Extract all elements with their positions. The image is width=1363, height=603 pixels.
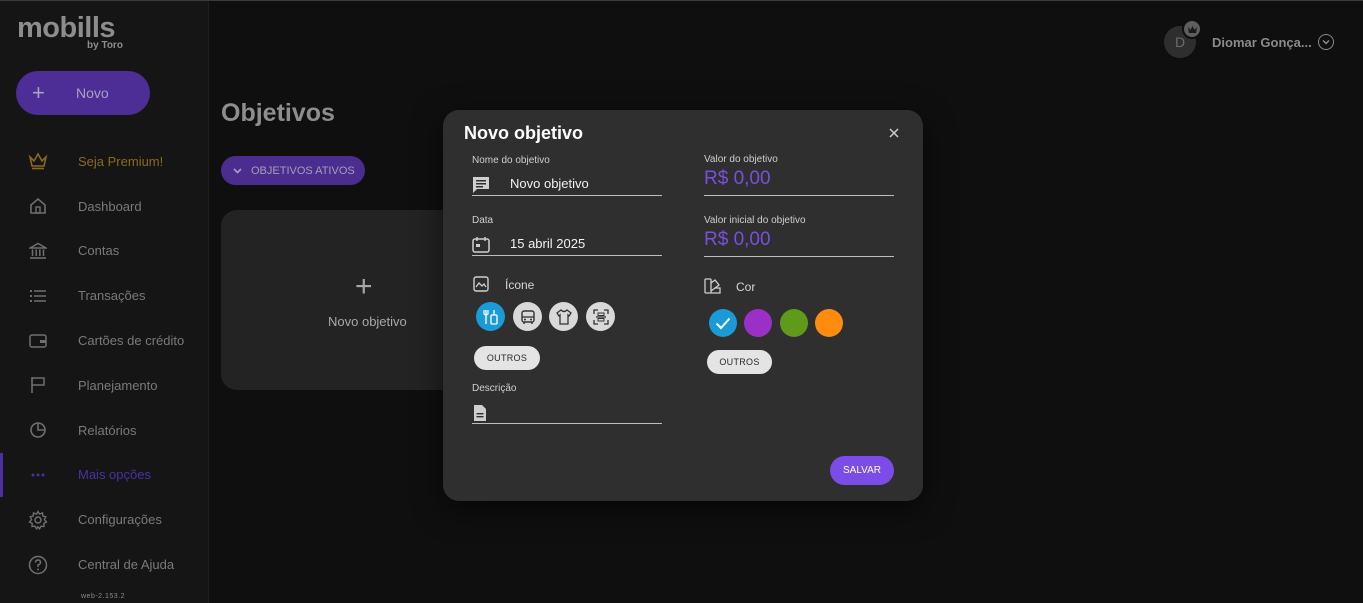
- color-option-orange[interactable]: [815, 309, 843, 337]
- check-icon: [715, 317, 731, 329]
- sidebar-item-contas[interactable]: Contas: [0, 229, 208, 274]
- sidebar-item-relatorios[interactable]: Relatórios: [0, 408, 208, 453]
- plus-icon: +: [32, 80, 45, 105]
- chevron-down-icon[interactable]: [1317, 34, 1334, 50]
- initial-value-label: Valor inicial do objetivo: [704, 215, 806, 226]
- sidebar-item-dashboard[interactable]: Dashboard: [0, 184, 208, 229]
- sidebar-item-label: Cartões de crédito: [78, 333, 185, 349]
- scan-icon[interactable]: [586, 302, 615, 331]
- sidebar-item-configuracoes[interactable]: Configurações: [0, 497, 208, 542]
- sidebar-item-mais-opcoes[interactable]: Mais opções: [0, 452, 208, 498]
- date-field[interactable]: 15 abril 2025: [472, 230, 662, 256]
- color-section-label: Cor: [736, 280, 756, 294]
- sidebar-item-label: Mais opções: [78, 467, 151, 483]
- food-icon[interactable]: [476, 302, 505, 331]
- color-option-blue[interactable]: [709, 309, 737, 337]
- message-icon: [472, 176, 490, 194]
- save-button[interactable]: SALVAR: [830, 456, 894, 485]
- avatar[interactable]: D: [1164, 19, 1202, 58]
- logo-sub: by Toro: [87, 40, 123, 51]
- new-goal-dialog: Novo objetivo Nome do objetivo Novo obje…: [443, 110, 923, 501]
- logo[interactable]: mobills by Toro: [17, 13, 123, 51]
- sidebar-item-label: Configurações: [78, 512, 162, 528]
- flag-icon: [27, 374, 49, 396]
- sidebar-item-ajuda[interactable]: Central de Ajuda: [0, 542, 208, 587]
- icon-section: Ícone: [473, 276, 534, 294]
- description-label: Descrição: [472, 383, 517, 394]
- sidebar-item-cartoes[interactable]: Cartões de crédito: [0, 318, 208, 363]
- list-icon: [27, 285, 49, 307]
- color-option-green[interactable]: [780, 309, 808, 337]
- home-icon: [27, 195, 49, 217]
- goal-name-field[interactable]: Novo objetivo: [472, 170, 662, 196]
- sidebar-nav: Seja Premium! Dashboard Contas Transaçõe…: [0, 139, 208, 587]
- avatar-initial: D: [1174, 34, 1186, 50]
- initial-value-field[interactable]: R$ 0,00: [704, 229, 894, 257]
- pie-chart-icon: [27, 419, 49, 441]
- page-title: Objetivos: [221, 99, 335, 127]
- active-goals-filter[interactable]: OBJETIVOS ATIVOS: [221, 156, 365, 185]
- user-name[interactable]: Diomar Gonça...: [1212, 35, 1312, 50]
- user-menu[interactable]: D Diomar Gonça...: [1164, 19, 1334, 58]
- goal-value-field[interactable]: R$ 0,00: [704, 168, 894, 196]
- date-label: Data: [472, 215, 494, 226]
- sidebar-item-premium[interactable]: Seja Premium!: [0, 139, 208, 184]
- color-others-button[interactable]: OUTROS: [707, 350, 772, 374]
- sidebar-item-label: Dashboard: [78, 198, 142, 214]
- app-version: web-2.153.2: [81, 593, 126, 600]
- premium-crown-badge-icon: [1182, 19, 1202, 39]
- bus-icon[interactable]: [513, 302, 542, 331]
- credit-card-icon: [27, 330, 49, 352]
- new-goal-card-label: Novo objetivo: [328, 314, 407, 329]
- image-icon: [473, 276, 491, 294]
- shirt-icon[interactable]: [549, 302, 578, 331]
- sidebar-item-label: Contas: [78, 243, 120, 259]
- logo-brand: mobills: [17, 12, 116, 44]
- more-icon: [27, 464, 49, 486]
- palette-icon: [704, 278, 722, 296]
- plus-icon: +: [355, 270, 373, 303]
- icon-section-label: Ícone: [505, 278, 535, 292]
- description-field[interactable]: [472, 398, 662, 424]
- sidebar-item-planejamento[interactable]: Planejamento: [0, 363, 208, 408]
- sidebar-item-label: Central de Ajuda: [78, 557, 175, 573]
- sidebar-item-label: Relatórios: [78, 422, 137, 438]
- sidebar: mobills by Toro + Novo Seja Premium! Das…: [0, 1, 209, 603]
- goal-name-value: Novo objetivo: [510, 176, 589, 191]
- filter-label: OBJETIVOS ATIVOS: [251, 164, 355, 177]
- new-button-label: Novo: [76, 85, 109, 101]
- sidebar-item-label: Transações: [78, 288, 146, 304]
- color-section: Cor: [704, 278, 755, 296]
- bank-icon: [27, 240, 49, 262]
- dialog-title: Novo objetivo: [464, 123, 584, 143]
- sidebar-item-label: Seja Premium!: [78, 153, 164, 169]
- calendar-icon: [472, 236, 490, 254]
- goal-value-label: Valor do objetivo: [704, 154, 778, 165]
- app-root: mobills by Toro + Novo Seja Premium! Das…: [0, 0, 1363, 603]
- new-button[interactable]: + Novo: [16, 71, 150, 115]
- crown-icon: [27, 150, 49, 172]
- sidebar-item-transacoes[interactable]: Transações: [0, 273, 208, 318]
- gear-icon: [27, 509, 49, 531]
- close-icon[interactable]: [887, 126, 901, 140]
- color-option-purple[interactable]: [744, 309, 772, 337]
- icon-others-button[interactable]: OUTROS: [474, 346, 540, 370]
- chevron-down-icon: [233, 167, 242, 174]
- sidebar-item-label: Planejamento: [78, 377, 158, 393]
- help-icon: [27, 554, 49, 576]
- document-icon: [472, 404, 490, 422]
- goal-name-label: Nome do objetivo: [472, 155, 550, 166]
- date-value: 15 abril 2025: [510, 236, 586, 251]
